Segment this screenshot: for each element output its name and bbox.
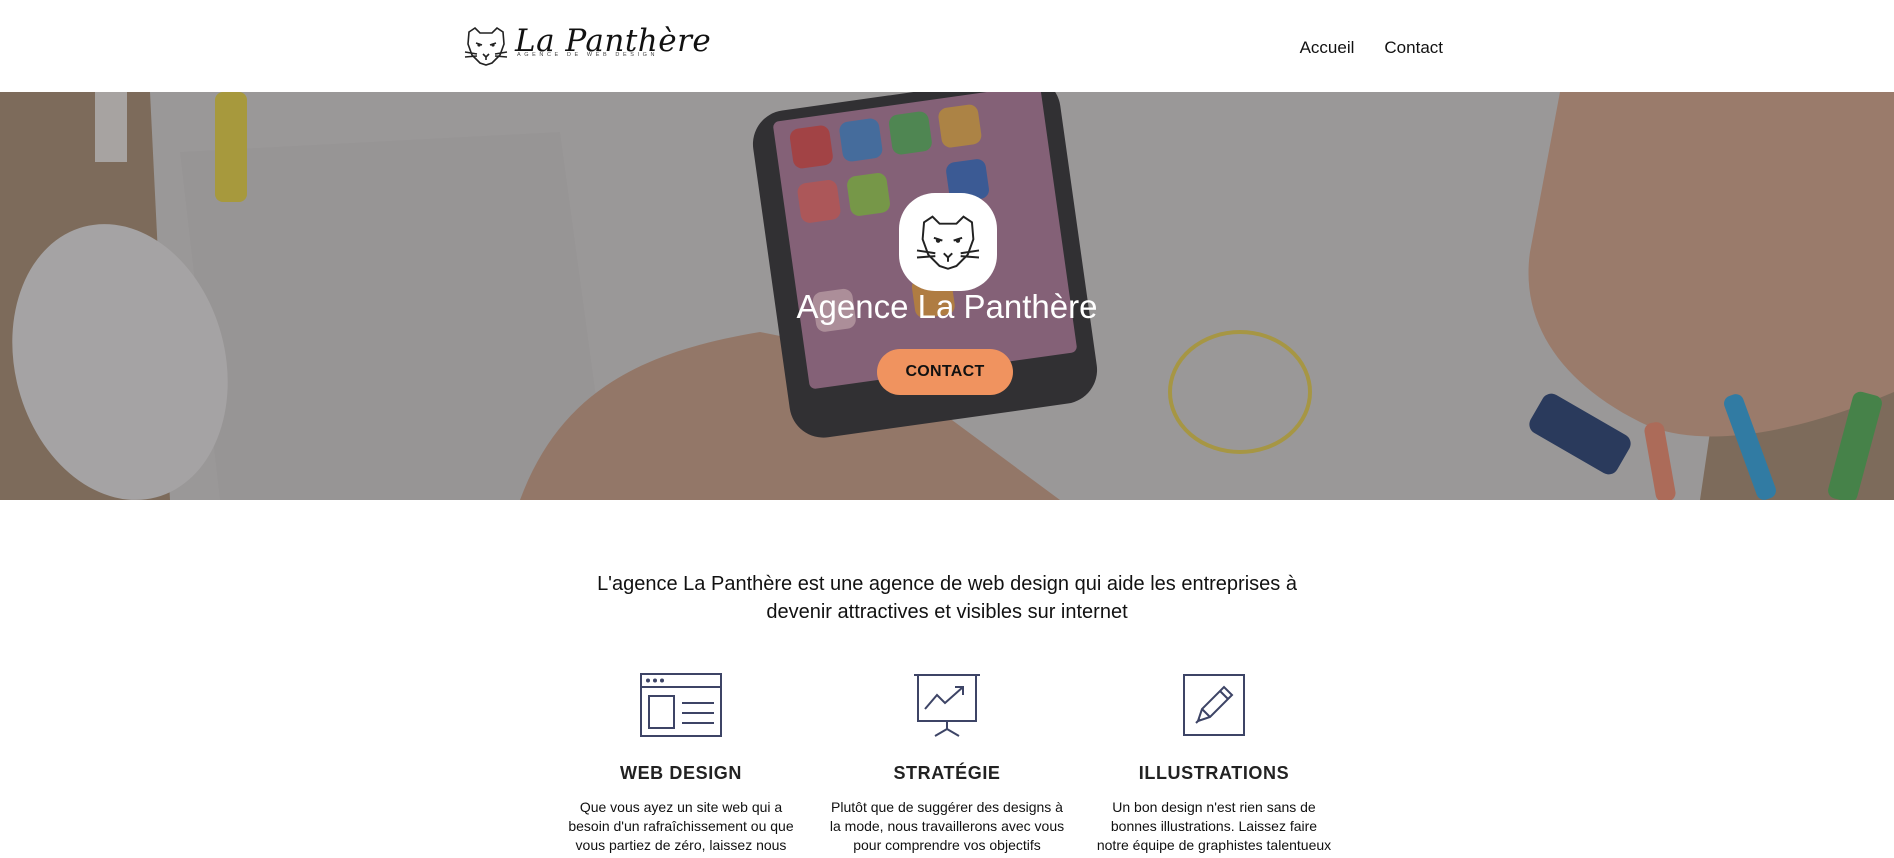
contact-button[interactable]: CONTACT [877,349,1013,395]
panther-logo-icon [464,26,508,66]
nav-link-accueil[interactable]: Accueil [1300,38,1355,58]
intro-text: L'agence La Panthère est une agence de w… [0,570,1894,626]
service-title: WEB DESIGN [619,763,742,783]
brand-logo[interactable]: La Panthère AGENCE DE WEB DESIGN [463,24,711,72]
hero-logo-badge [899,193,997,291]
site-header: La Panthère AGENCE DE WEB DESIGN Accueil… [0,0,1894,92]
brand-tagline: AGENCE DE WEB DESIGN [517,52,659,58]
service-description: Un bon design n'est rien sans de bonnes … [1096,799,1332,853]
service-title: ILLUSTRATIONS [1138,763,1290,783]
service-description: Que vous ayez un site web qui a besoin d… [568,799,794,853]
panther-head-icon [916,215,980,270]
intro-paragraph: L'agence La Panthère est une agence de w… [597,573,1297,623]
service-description: Plutôt que de suggérer des designs à la … [829,799,1065,853]
pencil-frame-icon [1183,674,1245,736]
hero-title: Agence La Panthère [796,288,1098,325]
browser-window-icon [640,673,722,737]
service-illustrations: ILLUSTRATIONS Un bon design n'est rien s… [1084,673,1344,855]
main-nav: Accueil Contact [1300,38,1443,58]
hero-banner: Agence La Panthère CONTACT [0,92,1894,500]
service-web-design: WEB DESIGN Que vous ayez un site web qui… [551,673,811,855]
service-strategie: STRATÉGIE Plutôt que de suggérer des des… [817,673,1077,855]
service-title: STRATÉGIE [893,763,1001,783]
nav-link-contact[interactable]: Contact [1384,38,1443,58]
presentation-chart-icon [914,674,980,737]
